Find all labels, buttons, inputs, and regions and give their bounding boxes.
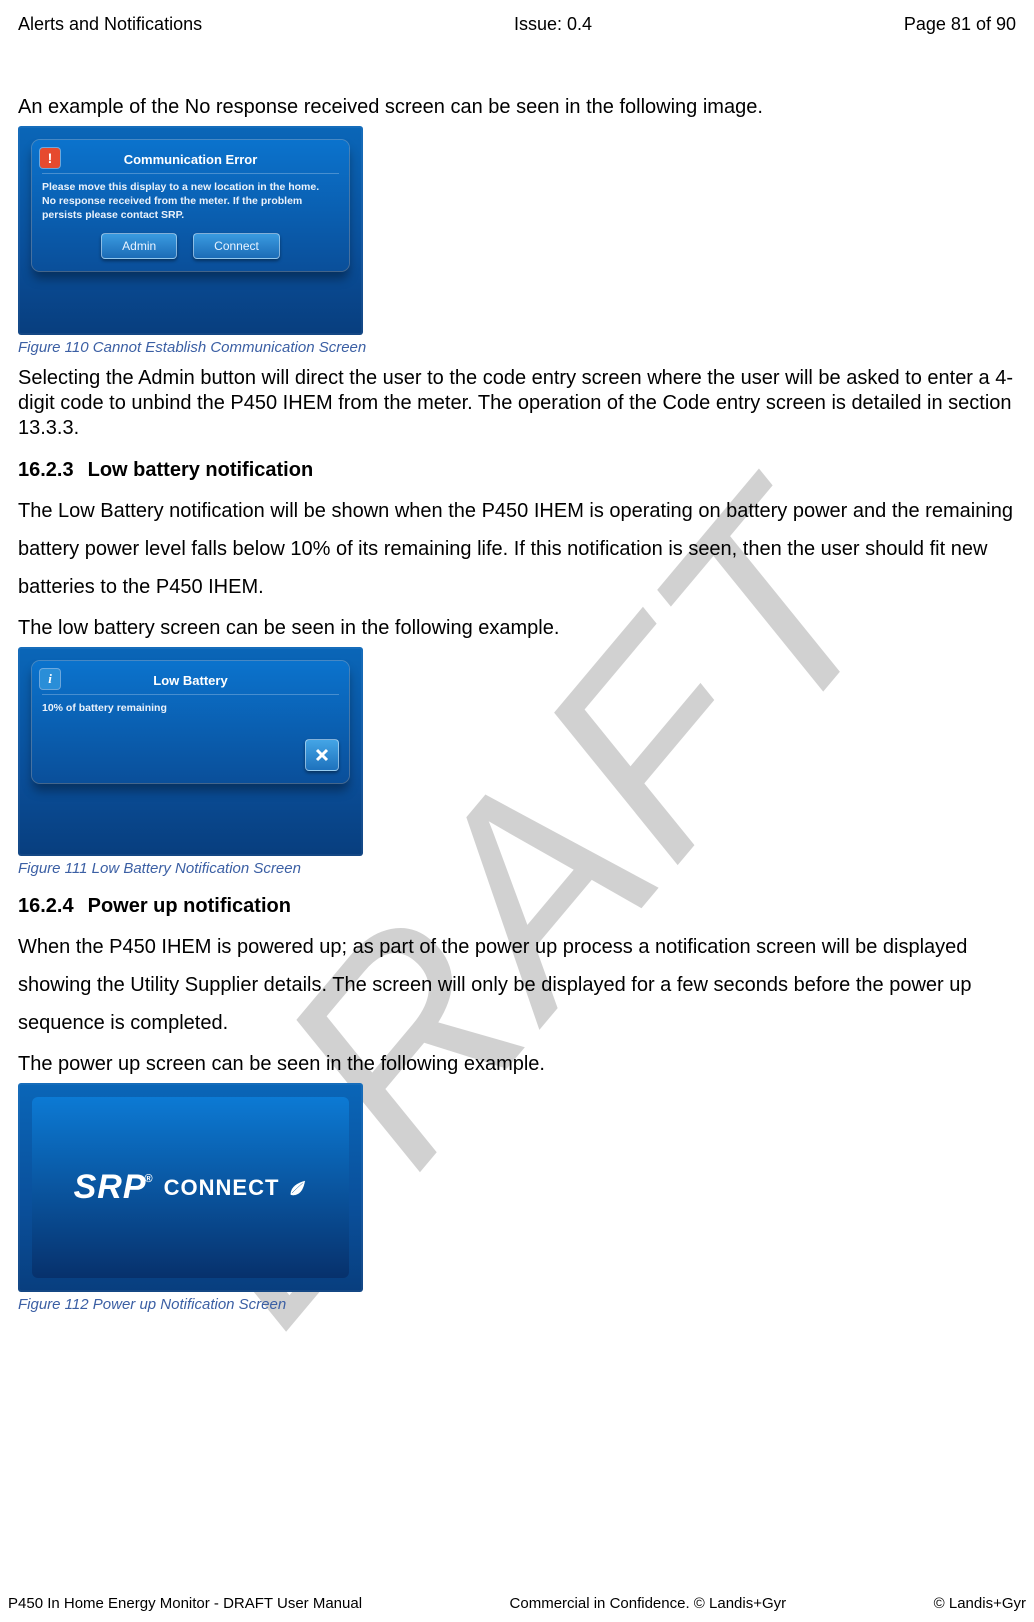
page-header: Alerts and Notifications Issue: 0.4 Page…	[18, 14, 1016, 35]
dialog-title: Communication Error	[124, 152, 258, 167]
connect-button[interactable]: Connect	[193, 233, 280, 259]
warning-icon: !	[40, 148, 60, 168]
footer-right: © Landis+Gyr	[934, 1595, 1026, 1612]
utility-logo: SRP® CONNECT	[74, 1168, 308, 1207]
footer-left: P450 In Home Energy Monitor - DRAFT User…	[8, 1595, 362, 1612]
registered-mark: ®	[145, 1173, 154, 1185]
dialog-title: Low Battery	[153, 673, 227, 688]
header-page: Page 81 of 90	[904, 14, 1016, 35]
page-content: Alerts and Notifications Issue: 0.4 Page…	[0, 0, 1034, 1313]
splash-screen: SRP® CONNECT	[32, 1097, 349, 1278]
page-footer: P450 In Home Energy Monitor - DRAFT User…	[0, 1595, 1034, 1612]
logo-brand-text: SRP®	[74, 1168, 156, 1207]
admin-button[interactable]: Admin	[101, 233, 177, 259]
close-button[interactable]	[305, 739, 339, 771]
figure-111-caption: Figure 111 Low Battery Notification Scre…	[18, 860, 1016, 877]
sec-1623-p1: The Low Battery notification will be sho…	[18, 492, 1016, 606]
figure-110-device: ! Communication Error Please move this d…	[18, 126, 363, 335]
leaf-icon	[287, 1178, 307, 1198]
header-section: Alerts and Notifications	[18, 14, 202, 35]
heading-16-2-3: 16.2.3 Low battery notification	[18, 459, 1016, 482]
heading-number: 16.2.3	[18, 459, 74, 481]
figure-111-device: i Low Battery 10% of battery remaining	[18, 647, 363, 856]
logo-connect-text: CONNECT	[164, 1175, 280, 1201]
dialog-body-text: 10% of battery remaining	[42, 701, 339, 715]
info-icon: i	[40, 669, 60, 689]
dialog-line-2: No response received from the meter. If …	[42, 194, 339, 222]
heading-16-2-4: 16.2.4 Power up notification	[18, 895, 1016, 918]
sec-1624-p1: When the P450 IHEM is powered up; as par…	[18, 928, 1016, 1042]
dialog-line-1: Please move this display to a new locati…	[42, 180, 339, 194]
heading-number: 16.2.4	[18, 895, 74, 917]
figure-112-caption: Figure 112 Power up Notification Screen	[18, 1296, 1016, 1313]
sec-1624-p2: The power up screen can be seen in the f…	[18, 1052, 1016, 1077]
figure-112-device: SRP® CONNECT	[18, 1083, 363, 1292]
heading-title: Power up notification	[88, 895, 291, 917]
footer-center: Commercial in Confidence. © Landis+Gyr	[510, 1595, 787, 1612]
paragraph-after-fig110: Selecting the Admin button will direct t…	[18, 366, 1016, 441]
dialog-title-bar: ! Communication Error	[42, 150, 339, 174]
close-icon	[314, 747, 330, 763]
heading-title: Low battery notification	[88, 459, 314, 481]
dialog-title-bar: i Low Battery	[42, 671, 339, 695]
sec-1623-p2: The low battery screen can be seen in th…	[18, 616, 1016, 641]
header-issue: Issue: 0.4	[514, 14, 592, 35]
figure-110-caption: Figure 110 Cannot Establish Communicatio…	[18, 339, 1016, 356]
intro-paragraph: An example of the No response received s…	[18, 95, 1016, 120]
